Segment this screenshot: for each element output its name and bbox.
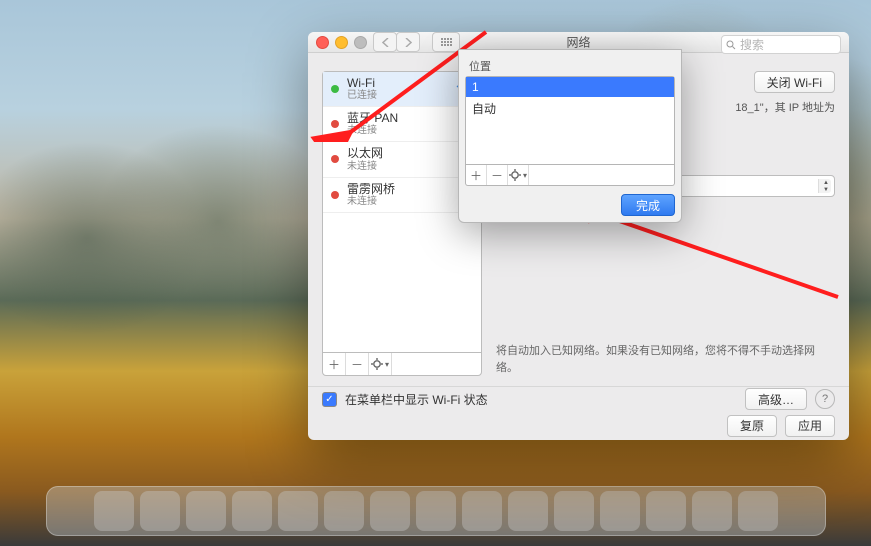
revert-button[interactable]: 复原 xyxy=(727,415,777,437)
service-status: 未连接 xyxy=(347,196,395,207)
zoom-window-button[interactable] xyxy=(354,36,367,49)
window-title: 网络 xyxy=(566,34,590,51)
dock-item[interactable] xyxy=(600,491,640,531)
dock-item[interactable] xyxy=(370,491,410,531)
location-new-item[interactable]: 1 xyxy=(466,77,674,97)
help-button[interactable]: ? xyxy=(815,389,835,409)
show-wifi-status-label: 在菜单栏中显示 Wi-Fi 状态 xyxy=(345,391,488,408)
turn-wifi-off-button[interactable]: 关闭 Wi-Fi xyxy=(754,71,835,93)
location-list: 1 自动 xyxy=(465,76,675,165)
service-name: 以太网 xyxy=(347,147,383,160)
search-field[interactable]: 搜索 xyxy=(721,35,841,54)
network-preferences-window: 网络 搜索 Wi-Fi 已连接 xyxy=(308,32,849,440)
window-footer: 复原 应用 xyxy=(308,411,849,440)
status-dot-connected xyxy=(331,85,339,93)
close-window-button[interactable] xyxy=(316,36,329,49)
dock-item[interactable] xyxy=(738,491,778,531)
add-service-button[interactable]: ＋ xyxy=(323,353,346,375)
service-name: Wi-Fi xyxy=(347,77,377,90)
gear-icon xyxy=(371,358,383,370)
dock-item[interactable] xyxy=(278,491,318,531)
dock-item[interactable] xyxy=(462,491,502,531)
auto-join-label: 将自动加入已知网络。如果没有已知网络，您将不得不手动选择网络。 xyxy=(496,343,835,376)
status-dot-disconnected xyxy=(331,191,339,199)
status-dot-disconnected xyxy=(331,155,339,163)
dock-item[interactable] xyxy=(94,491,134,531)
service-status: 已连接 xyxy=(347,90,377,101)
remove-service-button[interactable]: － xyxy=(346,353,369,375)
dock-item[interactable] xyxy=(554,491,594,531)
service-status: 未连接 xyxy=(347,125,398,136)
back-button[interactable] xyxy=(373,32,397,52)
add-location-button[interactable]: ＋ xyxy=(466,165,487,185)
location-done-button[interactable]: 完成 xyxy=(621,194,675,216)
location-editor-sheet: 位置 1 自动 ＋ － 完成 xyxy=(458,49,682,223)
minimize-window-button[interactable] xyxy=(335,36,348,49)
show-all-button[interactable] xyxy=(432,32,460,52)
location-item-auto[interactable]: 自动 xyxy=(466,97,674,120)
dock-item[interactable] xyxy=(508,491,548,531)
remove-location-button[interactable]: － xyxy=(487,165,508,185)
service-status: 未连接 xyxy=(347,161,383,172)
dock-item[interactable] xyxy=(232,491,272,531)
search-placeholder: 搜索 xyxy=(740,36,764,53)
dock-item[interactable] xyxy=(416,491,456,531)
show-wifi-status-checkbox[interactable] xyxy=(322,392,337,407)
bottom-bar: 在菜单栏中显示 Wi-Fi 状态 高级… ? xyxy=(308,386,849,411)
search-icon xyxy=(726,40,736,50)
location-footer: ＋ － xyxy=(465,165,675,186)
dock-item[interactable] xyxy=(186,491,226,531)
gear-icon xyxy=(509,169,521,181)
advanced-button[interactable]: 高级… xyxy=(745,388,807,410)
service-name: 蓝牙 PAN xyxy=(347,112,398,125)
service-name: 雷雳网桥 xyxy=(347,183,395,196)
forward-button[interactable] xyxy=(396,32,420,52)
location-label: 位置 xyxy=(465,56,675,76)
apply-button[interactable]: 应用 xyxy=(785,415,835,437)
dock[interactable] xyxy=(46,486,826,536)
content-area: Wi-Fi 已连接 蓝牙 PAN 未连接 xyxy=(308,53,849,386)
dock-item[interactable] xyxy=(324,491,364,531)
dock-item[interactable] xyxy=(692,491,732,531)
status-dot-disconnected xyxy=(331,120,339,128)
services-footer: ＋ － xyxy=(322,352,482,376)
dock-item[interactable] xyxy=(140,491,180,531)
location-actions-button[interactable] xyxy=(508,165,529,185)
dock-item[interactable] xyxy=(646,491,686,531)
service-actions-button[interactable] xyxy=(369,353,392,375)
